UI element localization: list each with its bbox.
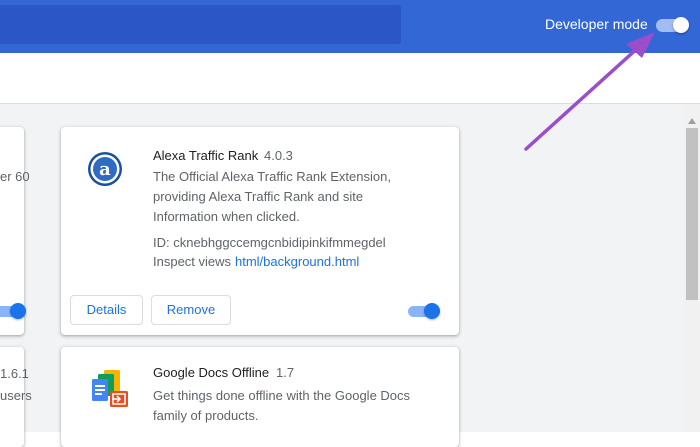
annotation-arrow-icon [524, 32, 655, 151]
